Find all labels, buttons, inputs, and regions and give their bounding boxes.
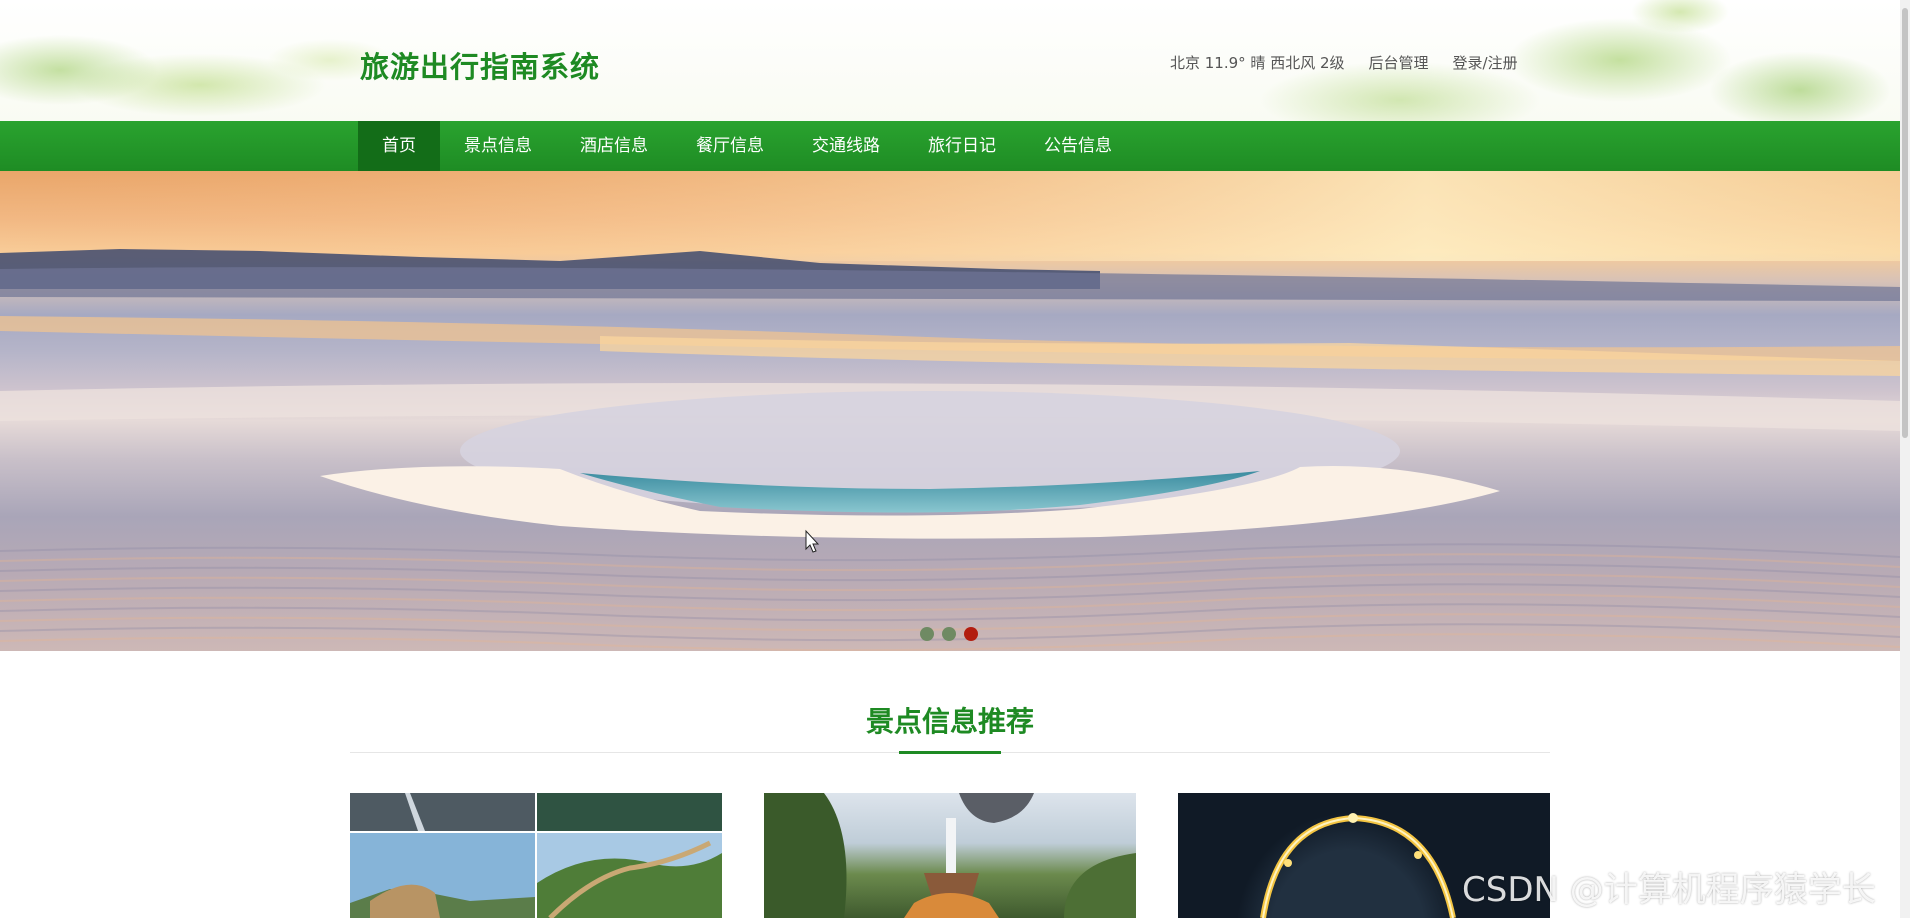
weather-info: 北京 11.9° 晴 西北风 2级	[1170, 54, 1345, 72]
nav-item-transport[interactable]: 交通线路	[788, 121, 904, 171]
admin-link[interactable]: 后台管理	[1369, 52, 1429, 73]
attraction-card[interactable]	[350, 793, 722, 918]
watermark-text: CSDN @计算机程序猿学长	[1462, 870, 1876, 910]
fountain-image	[764, 793, 1136, 918]
section-title: 景点信息推荐	[865, 705, 1034, 738]
nav-item-hotels[interactable]: 酒店信息	[556, 121, 672, 171]
main-nav: 首页 景点信息 酒店信息 餐厅信息 交通线路 旅行日记 公告信息	[0, 121, 1900, 171]
nav-item-home[interactable]: 首页	[358, 121, 440, 171]
nav-item-travel-diary[interactable]: 旅行日记	[904, 121, 1020, 171]
great-wall-collage-image	[350, 793, 722, 918]
site-title: 旅游出行指南系统	[360, 50, 601, 84]
login-register-link[interactable]: 登录/注册	[1453, 52, 1518, 73]
carousel-dot[interactable]	[920, 627, 934, 641]
header-right-bar: 北京 11.9° 晴 西北风 2级 后台管理 登录/注册	[1170, 52, 1518, 73]
section-title-underline	[899, 751, 1001, 754]
nav-item-restaurants[interactable]: 餐厅信息	[672, 121, 788, 171]
attraction-card[interactable]	[764, 793, 1136, 918]
scrollbar-thumb[interactable]	[1902, 8, 1908, 438]
carousel-dot-active[interactable]	[964, 627, 978, 641]
nav-item-announcements[interactable]: 公告信息	[1020, 121, 1136, 171]
banner-image	[0, 171, 1900, 651]
carousel-dot[interactable]	[942, 627, 956, 641]
site-header: 旅游出行指南系统 北京 11.9° 晴 西北风 2级 后台管理 登录/注册	[0, 0, 1900, 121]
carousel-dots	[920, 627, 978, 641]
banner-carousel[interactable]	[0, 171, 1900, 651]
nav-item-attractions[interactable]: 景点信息	[440, 121, 556, 171]
